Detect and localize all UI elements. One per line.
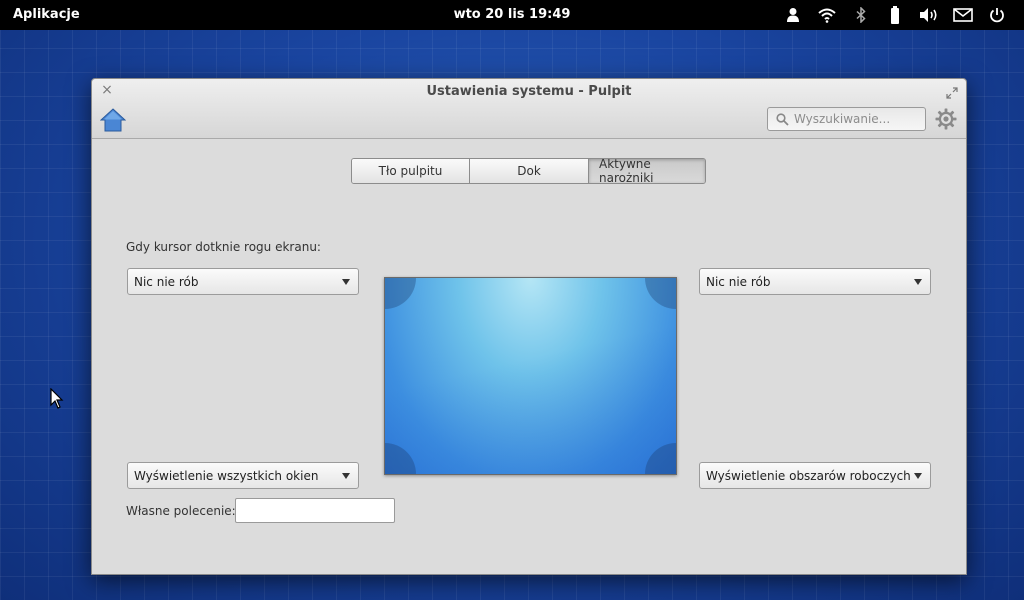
settings-window: × Ustawienia systemu - Pulpit Wyszukiwan… [91, 78, 967, 575]
mouse-cursor-icon [50, 388, 64, 409]
search-icon [776, 112, 789, 126]
screen-preview [384, 277, 677, 475]
select-value: Nic nie rób [134, 274, 199, 289]
corner-indicator-top-right [645, 278, 676, 309]
titlebar[interactable]: × Ustawienia systemu - Pulpit Wyszukiwan… [92, 79, 966, 139]
top-right-corner-select[interactable]: Nic nie rób [699, 268, 931, 295]
mail-icon[interactable] [946, 4, 980, 26]
top-left-corner-select[interactable]: Nic nie rób [127, 268, 359, 295]
dropdown-arrow-icon [914, 473, 922, 479]
custom-command-input[interactable] [235, 498, 395, 523]
custom-command-label: Własne polecenie: [126, 504, 236, 518]
bottom-left-corner-select[interactable]: Wyświetlenie wszystkich okien [127, 462, 359, 489]
tab-hot-corners[interactable]: Aktywne narożniki [589, 159, 705, 183]
window-title: Ustawienia systemu - Pulpit [426, 84, 632, 99]
tab-dock[interactable]: Dok [470, 159, 589, 183]
applications-menu[interactable]: Aplikacje [13, 7, 80, 22]
battery-icon[interactable] [878, 4, 912, 26]
wifi-icon[interactable] [810, 4, 844, 26]
dropdown-arrow-icon [342, 473, 350, 479]
dropdown-arrow-icon [914, 279, 922, 285]
home-icon[interactable] [99, 107, 127, 133]
indicator-area [776, 4, 1014, 26]
hot-corners-instruction: Gdy kursor dotknie rogu ekranu: [126, 240, 321, 254]
maximize-icon[interactable] [946, 84, 958, 99]
tab-wallpaper[interactable]: Tło pulpitu [352, 159, 470, 183]
preview-sheen [385, 316, 676, 474]
volume-icon[interactable] [912, 4, 946, 26]
top-panel: Aplikacje wto 20 lis 19:49 [0, 0, 1024, 30]
user-icon[interactable] [776, 4, 810, 26]
search-input[interactable]: Wyszukiwanie... [767, 107, 926, 131]
corner-indicator-top-left [385, 278, 416, 309]
bluetooth-icon[interactable] [844, 4, 878, 26]
tab-bar: Tło pulpitu Dok Aktywne narożniki [351, 158, 706, 184]
dropdown-arrow-icon [342, 279, 350, 285]
gear-icon[interactable] [935, 108, 957, 130]
bottom-right-corner-select[interactable]: Wyświetlenie obszarów roboczych [699, 462, 931, 489]
select-value: Nic nie rób [706, 274, 771, 289]
select-value: Wyświetlenie wszystkich okien [134, 468, 319, 483]
select-value: Wyświetlenie obszarów roboczych [706, 468, 911, 483]
power-icon[interactable] [980, 4, 1014, 26]
search-placeholder: Wyszukiwanie... [794, 112, 891, 126]
